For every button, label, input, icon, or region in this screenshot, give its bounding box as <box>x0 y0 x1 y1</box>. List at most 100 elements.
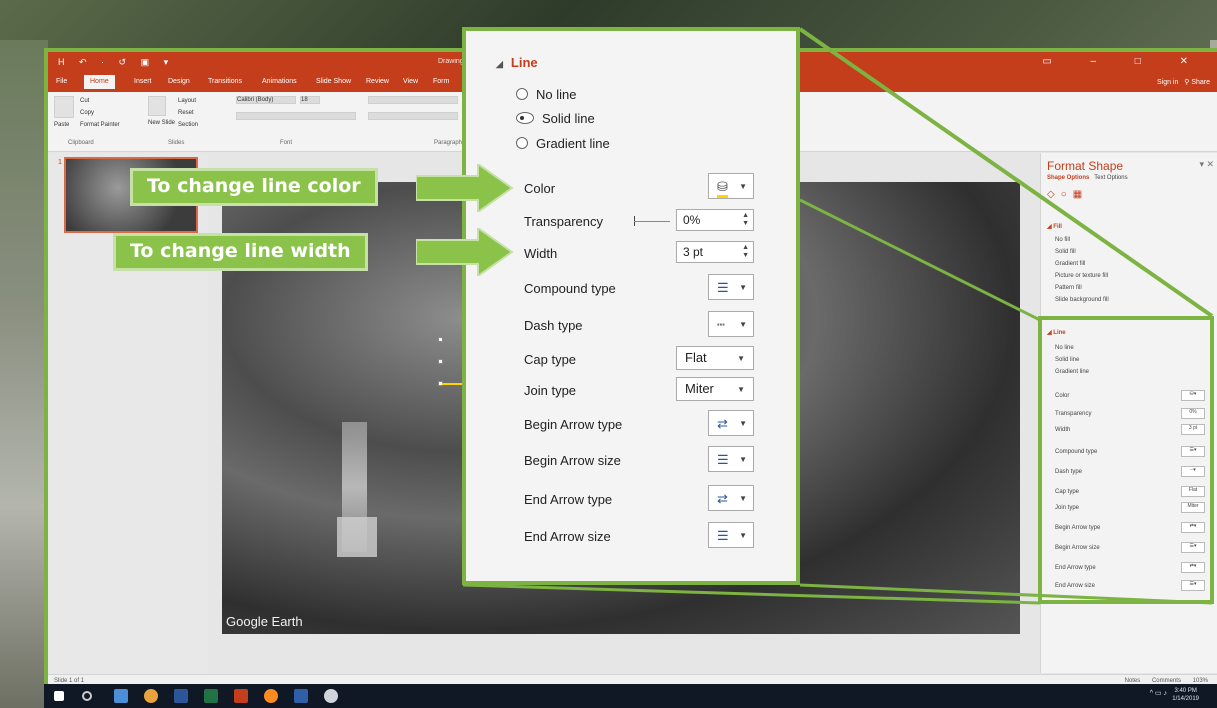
firefox-icon[interactable] <box>264 689 278 703</box>
new-slide-button[interactable]: New Slide <box>148 120 175 126</box>
join-type-select[interactable]: Miter ▼ <box>676 377 754 401</box>
mini-color-button[interactable]: ⛁▾ <box>1181 390 1205 401</box>
quick-access-toolbar[interactable]: H ↶ · ↺ ▣ ▾ <box>58 57 174 68</box>
slide-background-fill-radio[interactable]: Slide background fill <box>1055 297 1109 303</box>
begin-arrow-size-button[interactable]: ☰ ▼ <box>708 446 754 472</box>
new-slide-icon[interactable] <box>148 96 166 116</box>
reset-button[interactable]: Reset <box>178 110 194 116</box>
paste-button[interactable]: Paste <box>54 122 69 128</box>
begin-arrow-type-label: Begin Arrow type <box>524 417 623 432</box>
cap-type-select[interactable]: Flat ▼ <box>676 346 754 370</box>
transparency-label: Transparency <box>524 214 603 229</box>
gradient-line-option[interactable]: Gradient line <box>516 136 610 151</box>
format-shape-pane: Format Shape ▾ ✕ Shape Options Text Opti… <box>1040 153 1217 673</box>
compound-type-button[interactable]: ☰ ▼ <box>708 274 754 300</box>
chrome-icon[interactable] <box>144 689 158 703</box>
tab-view[interactable]: View <box>403 78 418 85</box>
no-fill-radio[interactable]: No fill <box>1055 237 1070 243</box>
spinner-icon[interactable]: ▲ ▼ <box>742 212 749 228</box>
clock-date: 1/14/2019 <box>1172 696 1199 702</box>
mini-end-arrow-type-button[interactable]: ⇄▾ <box>1181 562 1205 573</box>
paste-icon[interactable] <box>54 96 74 118</box>
paragraph-label: Paragraph <box>434 140 463 146</box>
powerpoint-icon[interactable] <box>234 689 248 703</box>
clock[interactable]: 3:40 PM 1/14/2019 <box>1172 687 1199 703</box>
tab-review[interactable]: Review <box>366 78 389 85</box>
mini-begin-arrow-type-row: Begin Arrow type ⇄▾ <box>1055 522 1215 533</box>
system-tray[interactable]: ^ ▭ ♪ <box>1150 689 1167 697</box>
end-arrow-size-button[interactable]: ☰ ▼ <box>708 522 754 548</box>
spinner-icon[interactable]: ▲ ▼ <box>742 244 749 260</box>
radio-icon <box>516 88 528 100</box>
solid-line-radio[interactable]: Solid line <box>1055 357 1079 363</box>
end-arrow-type-button[interactable]: ⇄ ▼ <box>708 485 754 511</box>
selection-handle[interactable] <box>438 337 443 342</box>
color-annotation-label: To change line color <box>130 168 378 206</box>
end-arrow-size-label: End Arrow size <box>524 529 611 544</box>
solid-line-option[interactable]: Solid line <box>516 111 595 126</box>
sign-in-link[interactable]: Sign in ⚲ Share <box>1157 78 1210 86</box>
transparency-slider-track[interactable] <box>634 221 670 222</box>
mini-compound-button[interactable]: ☰▾ <box>1181 446 1205 457</box>
font-name-box[interactable]: Calibri (Body) <box>236 96 296 104</box>
format-painter-button[interactable]: Format Painter <box>80 122 120 128</box>
mini-end-arrow-type-row: End Arrow type ⇄▾ <box>1055 562 1215 573</box>
mini-dash-button[interactable]: ┄▾ <box>1181 466 1205 477</box>
tab-transitions[interactable]: Transitions <box>208 78 242 85</box>
picture-fill-radio[interactable]: Picture or texture fill <box>1055 273 1108 279</box>
word-icon[interactable] <box>174 689 188 703</box>
tab-animations[interactable]: Animations <box>262 78 297 85</box>
file-explorer-icon[interactable] <box>114 689 128 703</box>
paragraph-align-buttons[interactable] <box>368 112 458 120</box>
search-icon[interactable] <box>82 691 92 701</box>
excel-icon[interactable] <box>204 689 218 703</box>
mini-width-input[interactable]: 3 pt <box>1181 424 1205 435</box>
tab-file[interactable]: File <box>56 78 67 85</box>
mini-begin-arrow-type-button[interactable]: ⇄▾ <box>1181 522 1205 533</box>
tab-format[interactable]: Form <box>433 78 449 85</box>
begin-arrow-type-button[interactable]: ⇄ ▼ <box>708 410 754 436</box>
mini-begin-arrow-size-button[interactable]: ☰▾ <box>1181 542 1205 553</box>
close-icon[interactable]: ▾ ✕ <box>1199 159 1214 170</box>
solid-fill-radio[interactable]: Solid fill <box>1055 249 1076 255</box>
tab-slide-show[interactable]: Slide Show <box>316 78 351 85</box>
tab-insert[interactable]: Insert <box>134 78 152 85</box>
format-category-icons[interactable]: ◇○▦ <box>1047 189 1088 200</box>
desktop-background-left <box>0 40 48 708</box>
shape-options-tab[interactable]: Shape Options <box>1047 175 1089 181</box>
section-button[interactable]: Section <box>178 122 198 128</box>
chevron-down-icon: ▼ <box>737 354 745 363</box>
mini-end-arrow-size-button[interactable]: ☰▾ <box>1181 580 1205 591</box>
line-section-header[interactable]: ◢ Line <box>1047 329 1066 336</box>
windows-start-icon[interactable] <box>54 691 64 701</box>
pattern-fill-radio[interactable]: Pattern fill <box>1055 285 1082 291</box>
dash-type-button[interactable]: ┅ ▼ <box>708 311 754 337</box>
copy-button[interactable]: Copy <box>80 110 94 116</box>
chevron-down-icon: ▼ <box>739 494 747 503</box>
font-size-box[interactable]: 18 <box>300 96 320 104</box>
font-format-buttons[interactable] <box>236 112 356 120</box>
selection-handle[interactable] <box>438 359 443 364</box>
cut-button[interactable]: Cut <box>80 98 89 104</box>
outlook-icon[interactable] <box>294 689 308 703</box>
transparency-input[interactable]: 0% ▲ ▼ <box>676 209 754 231</box>
no-line-option[interactable]: No line <box>516 87 576 102</box>
line-section-header-large[interactable]: ◢ Line <box>496 55 538 70</box>
dash-line-icon: ┅ <box>717 317 725 332</box>
mini-cap-select[interactable]: Flat <box>1181 486 1205 497</box>
line-color-button[interactable]: ⛁ ▼ <box>708 173 754 199</box>
fill-section-header[interactable]: ◢ Fill <box>1047 223 1062 230</box>
window-controls[interactable]: ▭ – □ ✕ <box>1042 56 1206 67</box>
text-options-tab[interactable]: Text Options <box>1094 175 1127 181</box>
layout-button[interactable]: Layout <box>178 98 196 104</box>
tab-design[interactable]: Design <box>168 78 190 85</box>
gradient-fill-radio[interactable]: Gradient fill <box>1055 261 1085 267</box>
mini-transparency-input[interactable]: 0% <box>1181 408 1205 419</box>
width-input[interactable]: 3 pt ▲ ▼ <box>676 241 754 263</box>
no-line-radio[interactable]: No line <box>1055 345 1074 351</box>
app-icon[interactable] <box>324 689 338 703</box>
tab-home[interactable]: Home <box>84 75 115 89</box>
gradient-line-radio[interactable]: Gradient line <box>1055 369 1089 375</box>
paragraph-list-buttons[interactable] <box>368 96 458 104</box>
mini-join-select[interactable]: Miter <box>1181 502 1205 513</box>
